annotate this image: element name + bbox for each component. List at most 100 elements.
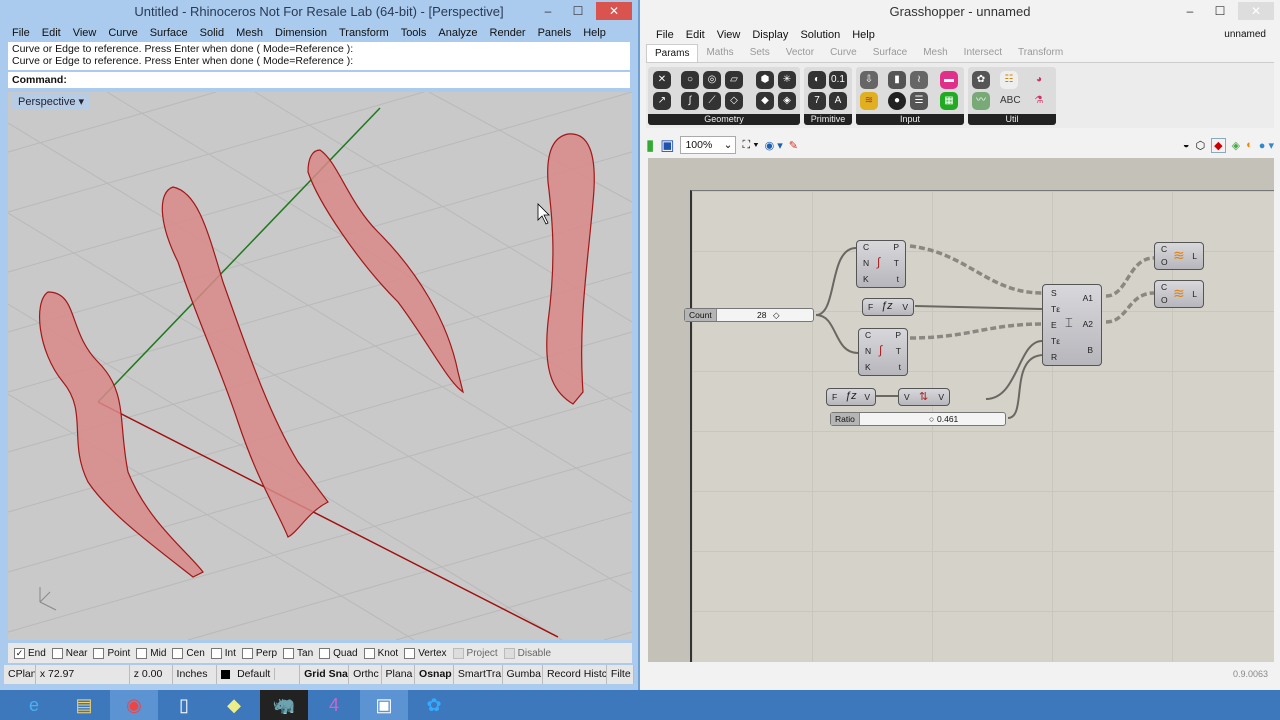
osnap-perp[interactable]: Perp: [241, 647, 277, 659]
menu-analyze[interactable]: Analyze: [432, 24, 483, 42]
maximize-button[interactable]: ☐: [566, 2, 590, 20]
cluster-icon[interactable]: ✿: [972, 71, 990, 89]
command-history[interactable]: Curve or Edge to reference. Press Enter …: [8, 42, 630, 70]
wireframe-preview-icon[interactable]: ⬡: [1196, 139, 1206, 152]
gh-menu-view[interactable]: View: [711, 26, 747, 44]
tab-intersect[interactable]: Intersect: [956, 44, 1010, 62]
pane-smarttrack[interactable]: SmartTra: [454, 665, 503, 684]
panel-icon[interactable]: ≀: [910, 71, 928, 89]
osnap-disable[interactable]: Disable: [503, 647, 551, 659]
value-list-icon[interactable]: ☰: [910, 92, 928, 110]
count-slider[interactable]: Count 28 ◇: [684, 308, 814, 322]
slider-icon[interactable]: ⇩: [860, 71, 878, 89]
boolean-param-icon[interactable]: ◐: [808, 71, 826, 89]
minimize-button[interactable]: –: [536, 2, 560, 20]
rhino-icon[interactable]: 🦏: [260, 690, 308, 720]
vector-param-icon[interactable]: ↗: [653, 92, 671, 110]
osnap-vertex[interactable]: Vertex: [404, 647, 447, 659]
selected-preview-icon[interactable]: ◈: [1232, 139, 1240, 152]
osnap-tan[interactable]: Tan: [283, 647, 313, 659]
close-button[interactable]: ✕: [1238, 2, 1274, 20]
flask-icon[interactable]: ⚗: [1030, 92, 1048, 110]
tab-params[interactable]: Params: [646, 44, 699, 62]
shaded-preview-icon[interactable]: ◆: [1211, 137, 1226, 153]
layer-indicator[interactable]: Default: [217, 665, 301, 684]
button-icon[interactable]: ●: [888, 92, 906, 110]
menu-mesh[interactable]: Mesh: [230, 24, 269, 42]
graph-mapper-icon[interactable]: ≋: [860, 92, 878, 110]
checkbox[interactable]: [503, 647, 515, 659]
tab-vector[interactable]: Vector: [778, 44, 822, 62]
osnap-mid[interactable]: Mid: [136, 647, 166, 659]
galapagos-icon[interactable]: ◕: [1030, 71, 1048, 89]
eye-icon[interactable]: ◉ ▾: [765, 139, 783, 152]
field-param-icon[interactable]: ◈: [778, 92, 796, 110]
checkbox[interactable]: [241, 647, 253, 659]
checkbox[interactable]: [172, 647, 184, 659]
integer-param-icon[interactable]: 7: [808, 92, 826, 110]
pane-filter[interactable]: Filte: [607, 665, 634, 684]
number-param-icon[interactable]: 0.1: [829, 71, 847, 89]
toggle-icon[interactable]: ▮: [888, 71, 906, 89]
zoom-extents-icon[interactable]: ⛶ ▾: [742, 139, 758, 152]
divide-curve-component-2[interactable]: C N K P Tt ∫: [858, 328, 908, 376]
menu-tools[interactable]: Tools: [395, 24, 433, 42]
chrome-icon[interactable]: ◉: [110, 690, 158, 720]
sticky-notes-icon[interactable]: ◆: [210, 690, 258, 720]
tab-sets[interactable]: Sets: [742, 44, 778, 62]
gh-menu-solution[interactable]: Solution: [794, 26, 846, 44]
sketch-icon[interactable]: ✎: [789, 139, 798, 152]
checkbox[interactable]: [93, 647, 105, 659]
pane-grid-snap[interactable]: Grid Sna: [300, 665, 350, 684]
close-button[interactable]: ✕: [596, 2, 632, 20]
slider-handle-icon[interactable]: ◇: [773, 309, 780, 321]
slider-handle-icon[interactable]: ○: [929, 413, 934, 425]
checkbox[interactable]: [363, 647, 375, 659]
ratio-slider[interactable]: Ratio ○ 0.461: [830, 412, 1006, 426]
brep-param-icon[interactable]: ⬢: [756, 71, 774, 89]
menu-transform[interactable]: Transform: [333, 24, 395, 42]
command-input[interactable]: Command:: [8, 72, 630, 88]
menu-dimension[interactable]: Dimension: [269, 24, 333, 42]
checkbox[interactable]: [452, 647, 464, 659]
checkbox[interactable]: [136, 647, 148, 659]
plane-param-icon[interactable]: ◇: [725, 92, 743, 110]
menu-edit[interactable]: Edit: [36, 24, 67, 42]
save-icon[interactable]: ▣: [660, 136, 674, 154]
expression-component-2[interactable]: Fƒz V: [826, 388, 876, 406]
reverse-component[interactable]: V ⇅ V: [898, 388, 950, 406]
tween-component[interactable]: S Tε E Tε R A1 A2 B ⌶: [1042, 284, 1102, 366]
menu-help[interactable]: Help: [577, 24, 612, 42]
expression-component-1[interactable]: Fƒz V: [862, 298, 914, 316]
flower-app-icon[interactable]: ✿: [410, 690, 458, 720]
osnap-cen[interactable]: Cen: [172, 647, 205, 659]
divide-curve-component-1[interactable]: C N K P Tt ∫: [856, 240, 906, 288]
text-param-icon[interactable]: A: [829, 92, 847, 110]
text-scribble-icon[interactable]: ABC: [1000, 92, 1021, 110]
osnap-project[interactable]: Project: [452, 647, 498, 659]
perspective-viewport[interactable]: Perspective ▾: [8, 92, 632, 640]
arc-param-icon[interactable]: ◎: [703, 71, 721, 89]
mesh-param-icon[interactable]: ✳: [778, 71, 796, 89]
checkbox[interactable]: [51, 647, 63, 659]
gh-menu-edit[interactable]: Edit: [680, 26, 711, 44]
circle-param-icon[interactable]: ○: [681, 71, 699, 89]
checkbox[interactable]: [319, 647, 331, 659]
zoom-dropdown[interactable]: 100% ⌄: [680, 136, 737, 154]
osnap-quad[interactable]: Quad: [319, 647, 358, 659]
viewport-title-tab[interactable]: Perspective ▾: [12, 94, 91, 110]
swatch-icon[interactable]: ▦: [940, 92, 958, 110]
menu-render[interactable]: Render: [484, 24, 532, 42]
material-icon[interactable]: ◐: [1246, 139, 1253, 151]
gh-menu-display[interactable]: Display: [746, 26, 794, 44]
checkbox[interactable]: [404, 647, 416, 659]
gh-canvas[interactable]: Count 28 ◇ C N K P Tt ∫ Fƒz V C N K P Tt ∫ Fƒz V V ⇅ V R…: [648, 158, 1274, 662]
osnap-end[interactable]: ✓ End: [14, 647, 46, 659]
file-explorer-icon[interactable]: ▤: [60, 690, 108, 720]
gh-menu-file[interactable]: File: [650, 26, 680, 44]
movie-maker-icon[interactable]: ▣: [360, 690, 408, 720]
osnap-near[interactable]: Near: [51, 647, 87, 659]
gradient-icon[interactable]: ▬: [940, 71, 958, 89]
maximize-button[interactable]: ☐: [1208, 2, 1232, 20]
data-recorder-icon[interactable]: 〰: [972, 92, 990, 110]
